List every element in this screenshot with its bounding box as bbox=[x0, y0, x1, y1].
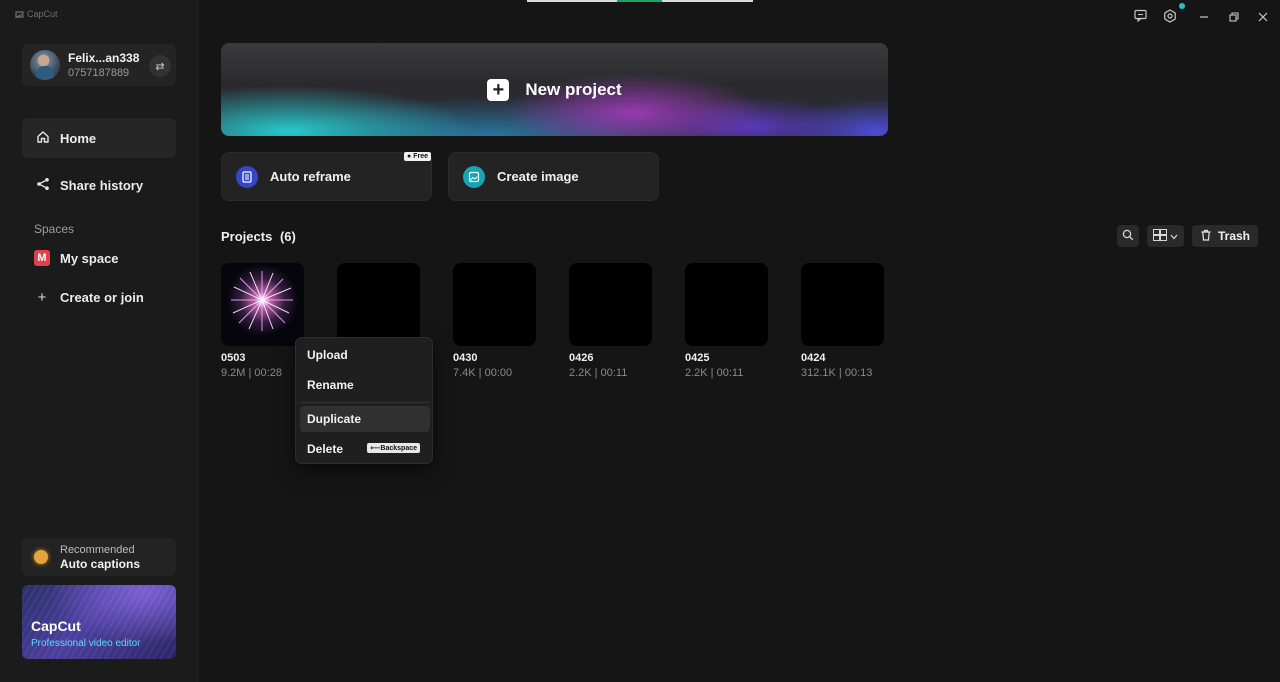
project-thumbnail[interactable] bbox=[801, 263, 884, 346]
capcut-window: CapCut Felix...an338 0757187889 ⇄ Home S… bbox=[0, 0, 1280, 682]
menu-item-label: Upload bbox=[307, 348, 348, 362]
recommended-card[interactable]: Recommended Auto captions bbox=[22, 538, 176, 576]
sidebar: CapCut Felix...an338 0757187889 ⇄ Home S… bbox=[0, 0, 199, 682]
feedback-button[interactable] bbox=[1131, 8, 1149, 26]
user-card[interactable]: Felix...an338 0757187889 ⇄ bbox=[22, 44, 176, 86]
recommended-label: Recommended bbox=[60, 543, 135, 556]
restore-icon bbox=[1229, 10, 1239, 25]
trash-icon bbox=[1200, 229, 1212, 244]
app-logo: CapCut bbox=[15, 9, 58, 19]
reframe-icon bbox=[236, 165, 258, 188]
gear-icon bbox=[1163, 8, 1177, 26]
project-meta: 312.1K | 00:13 bbox=[801, 367, 873, 379]
new-project-label: New project bbox=[525, 79, 622, 99]
chevron-down-icon bbox=[1170, 229, 1178, 243]
menu-item-label: Duplicate bbox=[307, 412, 362, 426]
trash-label: Trash bbox=[1217, 229, 1250, 243]
capcut-logo-icon bbox=[15, 10, 24, 19]
projects-count: (6) bbox=[279, 229, 296, 244]
project-card[interactable]: 0503 9.2M | 00:28 bbox=[221, 263, 304, 379]
settings-button[interactable] bbox=[1161, 8, 1179, 26]
close-button[interactable] bbox=[1254, 8, 1272, 26]
project-name: 0425 bbox=[685, 352, 710, 364]
search-button[interactable] bbox=[1117, 225, 1139, 247]
search-icon bbox=[1122, 229, 1134, 244]
promo-banner[interactable]: CapCut Professional video editor bbox=[22, 585, 176, 659]
spaces-heading: Spaces bbox=[34, 222, 75, 236]
firework-thumbnail-image bbox=[221, 263, 304, 346]
create-image-label: Create image bbox=[497, 169, 579, 184]
menu-item-upload[interactable]: Upload bbox=[300, 342, 430, 368]
sidebar-item-share-history[interactable]: Share history bbox=[22, 165, 176, 205]
project-meta: 2.2K | 00:11 bbox=[569, 367, 628, 379]
chat-bubble-icon bbox=[1133, 9, 1147, 25]
share-icon bbox=[36, 177, 50, 194]
promo-title: CapCut bbox=[31, 618, 81, 634]
sidebar-item-label: My space bbox=[60, 250, 119, 266]
view-mode-dropdown[interactable] bbox=[1147, 225, 1184, 247]
project-meta: 7.4K | 00:00 bbox=[453, 367, 513, 379]
trash-button[interactable]: Trash bbox=[1192, 225, 1258, 247]
restore-button[interactable] bbox=[1225, 8, 1243, 26]
swap-arrows-icon: ⇄ bbox=[155, 60, 165, 73]
menu-item-duplicate[interactable]: Duplicate bbox=[300, 406, 430, 432]
menu-item-label: Rename bbox=[307, 378, 354, 392]
keyboard-shortcut-badge: ⟵Backspace bbox=[367, 443, 420, 453]
project-name: 0503 bbox=[221, 352, 246, 364]
projects-heading: Projects (6) bbox=[221, 229, 296, 244]
menu-divider bbox=[300, 402, 430, 403]
sidebar-item-create-or-join[interactable]: + Create or join bbox=[22, 277, 176, 317]
project-card[interactable]: 0425 2.2K | 00:11 bbox=[685, 263, 768, 379]
project-card[interactable]: 0430 7.4K | 00:00 bbox=[453, 263, 536, 379]
project-thumbnail[interactable] bbox=[337, 263, 420, 346]
project-name: 0430 bbox=[453, 352, 478, 364]
notification-dot bbox=[1179, 3, 1185, 9]
recommended-item: Auto captions bbox=[60, 556, 140, 571]
project-card[interactable]: 0426 2.2K | 00:11 bbox=[569, 263, 652, 379]
title-drag-region-accent bbox=[617, 0, 662, 2]
app-logo-text: CapCut bbox=[27, 9, 58, 19]
project-card[interactable]: 0424 312.1K | 00:13 bbox=[801, 263, 884, 379]
sidebar-item-home[interactable]: Home bbox=[22, 118, 176, 158]
project-context-menu: Upload Rename Duplicate Delete ⟵Backspac… bbox=[295, 337, 433, 464]
close-icon bbox=[1258, 10, 1268, 25]
sidebar-item-label: Create or join bbox=[60, 289, 144, 305]
plus-icon: + bbox=[487, 78, 510, 101]
project-name: 0426 bbox=[569, 352, 594, 364]
user-id: 0757187889 bbox=[68, 67, 130, 79]
menu-item-label: Delete bbox=[307, 442, 344, 456]
project-thumbnail[interactable] bbox=[569, 263, 652, 346]
plus-icon: + bbox=[37, 288, 47, 306]
free-badge-label: Free bbox=[413, 153, 428, 160]
project-name: 0424 bbox=[801, 352, 826, 364]
sidebar-item-label: Share history bbox=[60, 177, 144, 193]
project-thumbnail[interactable] bbox=[685, 263, 768, 346]
user-name: Felix...an338 bbox=[68, 51, 140, 65]
create-image-button[interactable]: Create image bbox=[448, 152, 659, 201]
minimize-icon bbox=[1199, 10, 1209, 25]
sidebar-item-label: Home bbox=[60, 130, 97, 146]
menu-item-delete[interactable]: Delete ⟵Backspace bbox=[300, 436, 430, 462]
free-badge: ● Free bbox=[404, 152, 431, 161]
auto-reframe-label: Auto reframe bbox=[270, 169, 351, 184]
sidebar-item-my-space[interactable]: M My space bbox=[22, 238, 176, 278]
avatar bbox=[30, 50, 60, 80]
home-icon bbox=[36, 130, 50, 147]
new-project-button[interactable]: + New project bbox=[221, 43, 888, 136]
promo-subtitle: Professional video editor bbox=[31, 638, 141, 649]
project-meta: 2.2K | 00:11 bbox=[685, 367, 744, 379]
minimize-button[interactable] bbox=[1195, 8, 1213, 26]
project-thumbnail[interactable] bbox=[221, 263, 304, 346]
space-badge: M bbox=[34, 250, 50, 266]
grid-view-icon bbox=[1153, 228, 1167, 244]
lightbulb-icon bbox=[34, 550, 48, 564]
project-thumbnail[interactable] bbox=[453, 263, 536, 346]
switch-account-button[interactable]: ⇄ bbox=[149, 55, 171, 77]
menu-item-rename[interactable]: Rename bbox=[300, 372, 430, 398]
project-meta: 9.2M | 00:28 bbox=[221, 367, 282, 379]
image-icon bbox=[463, 165, 485, 188]
auto-reframe-button[interactable]: Auto reframe ● Free bbox=[221, 152, 432, 201]
projects-label: Projects bbox=[221, 229, 273, 244]
